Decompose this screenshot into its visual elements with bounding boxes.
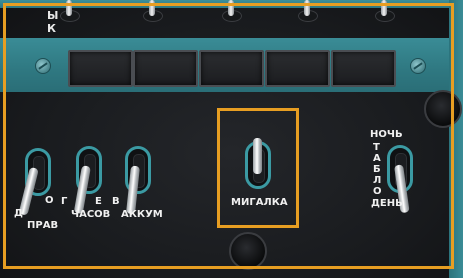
selection-frame bbox=[3, 3, 454, 269]
cockpit-panel: Ы К О Д ПРАВ Г Е ЧАСОВ В АККУМ МИГАЛКА Н… bbox=[0, 0, 463, 278]
